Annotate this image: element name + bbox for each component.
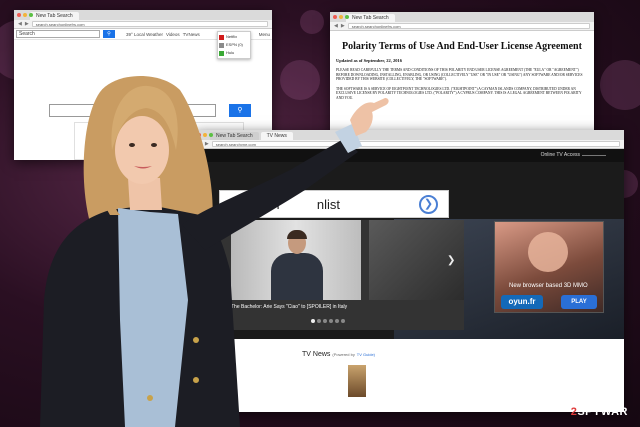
background-bokeh — [280, 60, 320, 100]
close-dot[interactable] — [333, 15, 337, 19]
pager-dot[interactable] — [311, 319, 315, 323]
pager-dot[interactable] — [317, 319, 321, 323]
window-controls — [197, 133, 213, 137]
shirt — [118, 208, 188, 427]
menu-item-espn[interactable]: ESPN (0) — [219, 41, 249, 49]
tab-bar: New Tab Search — [330, 12, 594, 22]
news-thumbnail[interactable] — [348, 365, 366, 397]
weather-link[interactable]: 39° Local Weather — [126, 32, 163, 37]
netflix-icon — [219, 34, 224, 40]
menu-dropdown: Netflix ESPN (0) Hulu — [217, 31, 251, 59]
ad-banner-text-end: nlist — [316, 197, 341, 212]
tv-window: New Tab Search TV News ◀ ▶ search.search… — [194, 130, 624, 412]
url-field[interactable]: search.searchvne.com — [211, 141, 620, 147]
tv-guide-link[interactable]: TV Guide) — [357, 352, 375, 357]
watermark-text: SPYWAR — [577, 406, 628, 418]
address-bar: ◀ ▶ search.searchvne.com — [194, 140, 624, 149]
window-controls — [333, 15, 349, 19]
address-bar: ◀ ▶ search.searchonlinefrs.com — [330, 22, 594, 31]
slide-caption[interactable]: The Bachelor: Arie Says "Ciao" to [SPOIL… — [231, 304, 347, 310]
chevron-right-icon[interactable]: ❯ — [447, 255, 455, 266]
forward-icon[interactable]: ▶ — [341, 23, 345, 29]
slide-person — [271, 253, 323, 300]
top-banner-ad[interactable]: Join to Pr nlist ❯ — [219, 190, 449, 218]
news-slider: ❮ ❯ The Bachelor: Arie Says "Ciao" to [S… — [209, 220, 464, 330]
tv-news-section: TV News (Powered by TV Guide) — [194, 339, 624, 412]
tab-tv-news[interactable]: TV News — [260, 132, 293, 140]
window-controls — [17, 13, 33, 17]
tvnews-link[interactable]: TVNews — [183, 32, 200, 37]
toolbar-search-input[interactable]: Search — [16, 30, 100, 38]
online-tv-access-label: Online TV Access — [540, 152, 580, 158]
search-icon: ⚲ — [107, 31, 111, 37]
terms-paragraph: The Software is a service of Eightpoint … — [336, 86, 582, 100]
pager-dot[interactable] — [329, 319, 333, 323]
back-icon[interactable]: ◀ — [334, 23, 338, 29]
pager-dot[interactable] — [341, 319, 345, 323]
tv-news-title: TV News (Powered by TV Guide) — [302, 351, 375, 358]
updated-date: Updated as of September, 22, 2016 — [336, 58, 402, 63]
lips — [134, 166, 152, 169]
chevron-right-icon[interactable]: ❯ — [419, 195, 438, 214]
maximize-dot[interactable] — [29, 13, 33, 17]
chevron-left-icon[interactable]: ❮ — [215, 255, 223, 266]
side-ad[interactable]: New browser based 3D MMO oyun.fr PLAY — [494, 221, 604, 313]
back-icon[interactable]: ◀ — [18, 21, 22, 27]
jacket-button — [147, 395, 153, 401]
tab-new-tab-search[interactable]: New Tab Search — [30, 12, 79, 20]
terms-window: New Tab Search ◀ ▶ search.searchonlinefr… — [330, 12, 594, 147]
close-dot[interactable] — [197, 133, 201, 137]
background-bokeh — [140, 400, 180, 427]
header-divider — [582, 155, 606, 156]
close-dot[interactable] — [17, 13, 21, 17]
tv-page: Online TV Access Join to Pr nlist ❯ ❮ ❯ T… — [194, 149, 624, 339]
ad-tagline: New browser based 3D MMO — [509, 283, 588, 289]
oyun-logo: oyun.fr — [501, 295, 543, 309]
main-search-button[interactable]: ⚲ — [229, 104, 251, 117]
main-search-input[interactable] — [49, 104, 216, 117]
play-button[interactable]: PLAY — [561, 295, 597, 309]
minimize-dot[interactable] — [339, 15, 343, 19]
forward-icon[interactable]: ▶ — [205, 141, 209, 147]
address-bar: ◀ ▶ search.searchonlinefrs.com — [14, 20, 272, 29]
ad-banner-text: Join to Pr — [226, 197, 281, 212]
search-icon: ⚲ — [237, 107, 243, 114]
menu-button[interactable]: Menu — [259, 32, 270, 37]
tab-new-tab-search[interactable]: New Tab Search — [346, 14, 395, 22]
maximize-dot[interactable] — [345, 15, 349, 19]
terms-heading: Polarity Terms of Use And End-User Licen… — [342, 41, 582, 52]
toolbar-search-button[interactable]: ⚲ — [103, 30, 115, 38]
tab-bar: New Tab Search — [14, 10, 272, 20]
url-field[interactable]: search.searchonlinefrs.com — [347, 23, 590, 29]
powered-by-label: (Powered by — [332, 352, 355, 357]
minimize-dot[interactable] — [23, 13, 27, 17]
menu-item-netflix[interactable]: Netflix — [219, 33, 249, 41]
terms-paragraph: Please read carefully the terms and cond… — [336, 68, 583, 82]
background-bokeh — [300, 10, 324, 34]
back-icon[interactable]: ◀ — [198, 141, 202, 147]
videos-link[interactable]: Videos — [166, 32, 180, 37]
slider-pagination — [311, 319, 345, 323]
pager-dot[interactable] — [323, 319, 327, 323]
tab-new-tab-search[interactable]: New Tab Search — [210, 132, 259, 140]
url-field[interactable]: search.searchonlinefrs.com — [31, 21, 268, 27]
tv-news-heading: TV News — [302, 351, 331, 358]
menu-item-hulu[interactable]: Hulu — [219, 49, 249, 57]
minimize-dot[interactable] — [203, 133, 207, 137]
watermark-logo: 2SPYWAR — [571, 406, 628, 418]
slide-person-hair — [287, 230, 307, 239]
background-bokeh — [600, 60, 640, 110]
pager-dot[interactable] — [335, 319, 339, 323]
ad-character-image — [528, 232, 568, 272]
maximize-dot[interactable] — [209, 133, 213, 137]
slide-image[interactable] — [231, 220, 361, 300]
terms-document: Polarity Terms of Use And End-User Licen… — [330, 31, 594, 101]
forward-icon[interactable]: ▶ — [25, 21, 29, 27]
hulu-icon — [219, 50, 224, 56]
espn-icon — [219, 42, 224, 48]
tv-header: Online TV Access — [194, 149, 624, 162]
neck — [128, 178, 162, 210]
tab-bar: New Tab Search TV News — [194, 130, 624, 140]
